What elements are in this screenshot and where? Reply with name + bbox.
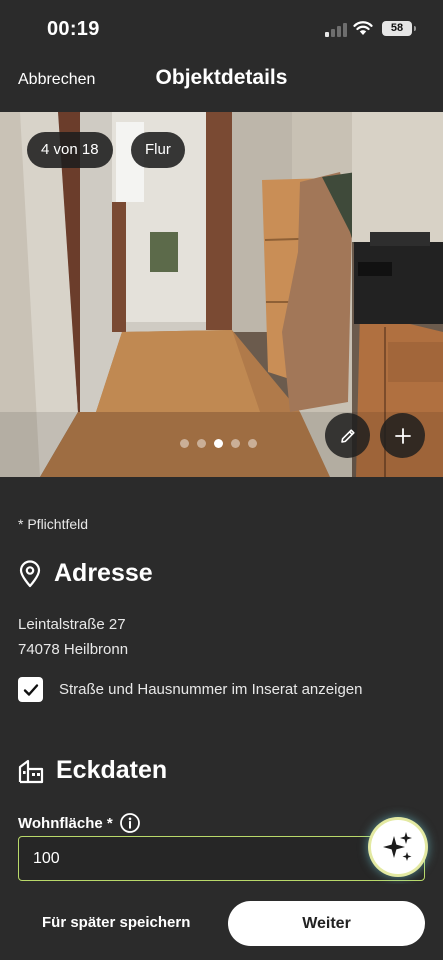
next-button[interactable]: Weiter xyxy=(228,901,425,946)
location-pin-icon xyxy=(19,559,41,587)
address-section-header: Adresse xyxy=(18,559,153,588)
edit-photo-button[interactable] xyxy=(325,413,370,458)
wifi-icon xyxy=(353,21,373,35)
show-address-label: Straße und Hausnummer im Inserat anzeige… xyxy=(59,681,363,698)
required-field-note: * Pflichtfeld xyxy=(18,516,89,532)
address-street: Leintalstraße 27 xyxy=(18,616,126,633)
ai-assist-button[interactable] xyxy=(371,820,425,874)
save-later-button[interactable]: Für später speichern xyxy=(42,914,190,931)
cellular-signal-icon xyxy=(325,22,347,37)
photo-position-chip: 4 von 18 xyxy=(27,132,113,168)
sparkles-icon xyxy=(383,832,412,861)
pagination-dot xyxy=(231,439,240,448)
cancel-button[interactable]: Abbrechen xyxy=(18,71,95,89)
add-photo-button[interactable] xyxy=(380,413,425,458)
facts-section-title: Eckdaten xyxy=(56,756,168,784)
info-icon[interactable] xyxy=(119,812,141,834)
pencil-icon xyxy=(340,428,355,443)
pagination-dot xyxy=(180,439,189,448)
living-area-input[interactable] xyxy=(18,836,425,881)
status-bar: 00:19 58 xyxy=(0,0,443,58)
listing-photo[interactable]: 4 von 18 Flur xyxy=(0,112,443,477)
living-area-label: Wohnfläche * xyxy=(18,814,113,832)
pagination-dot-active xyxy=(214,439,223,448)
building-icon xyxy=(18,759,44,783)
address-city: 74078 Heilbronn xyxy=(18,641,129,658)
living-area-label-row: Wohnfläche * xyxy=(18,812,141,834)
show-address-checkbox-row[interactable]: Straße und Hausnummer im Inserat anzeige… xyxy=(18,677,362,702)
checkmark-icon xyxy=(23,683,38,696)
show-address-checkbox[interactable] xyxy=(18,677,43,702)
photo-pagination-dots xyxy=(180,439,257,449)
room-chip[interactable]: Flur xyxy=(131,132,185,168)
pagination-dot xyxy=(248,439,257,448)
plus-icon xyxy=(394,427,411,444)
pagination-dot xyxy=(197,439,206,448)
facts-section-header: Eckdaten xyxy=(18,756,167,785)
battery-icon: 58 xyxy=(382,21,416,36)
address-section-title: Adresse xyxy=(54,559,153,587)
status-time: 00:19 xyxy=(47,18,100,40)
